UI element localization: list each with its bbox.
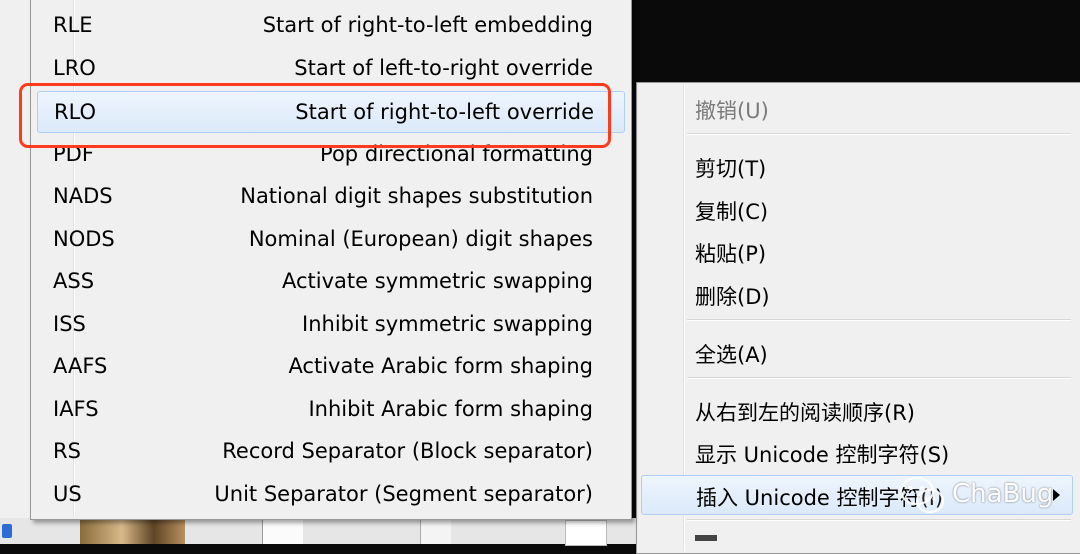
menu-item-description: Activate symmetric swapping bbox=[282, 269, 593, 293]
menu-item-description: Start of right-to-left embedding bbox=[262, 13, 593, 37]
menu-item-nads[interactable]: NADS National digit shapes substitution bbox=[37, 176, 623, 216]
menu-item-label: 全选(A) bbox=[695, 343, 768, 367]
menu-item-code: NODS bbox=[53, 227, 115, 251]
menu-item-show-unicode-control[interactable]: 显示 Unicode 控制字符(S) bbox=[641, 433, 1071, 471]
menu-item-code: ASS bbox=[53, 269, 95, 293]
menu-item-label: 显示 Unicode 控制字符(S) bbox=[695, 443, 950, 467]
menu-item-label: 删除(D) bbox=[695, 285, 770, 309]
menu-item-delete[interactable]: 删除(D) bbox=[641, 275, 1071, 313]
menu-item-iafs[interactable]: IAFS Inhibit Arabic form shaping bbox=[37, 389, 623, 429]
window-icon bbox=[2, 524, 12, 538]
menu-separator bbox=[687, 133, 1071, 135]
background-window bbox=[420, 520, 451, 544]
menu-item-label: 剪切(T) bbox=[695, 157, 767, 181]
submenu-arrow-icon bbox=[1053, 489, 1060, 501]
menu-item-description: Unit Separator (Segment separator) bbox=[214, 482, 593, 506]
menu-item-description: Start of left-to-right override bbox=[294, 56, 593, 80]
menu-item-partial bbox=[695, 535, 717, 541]
menu-separator bbox=[687, 319, 1071, 321]
menu-item-us[interactable]: US Unit Separator (Segment separator) bbox=[37, 474, 623, 514]
background-thumbnail bbox=[80, 518, 185, 544]
menu-item-label: 从右到左的阅读顺序(R) bbox=[695, 401, 915, 425]
menu-item-rtl-reading-order[interactable]: 从右到左的阅读顺序(R) bbox=[641, 391, 1071, 429]
menu-separator bbox=[687, 519, 1071, 521]
desktop-background bbox=[0, 0, 30, 544]
menu-item-description: Inhibit Arabic form shaping bbox=[308, 397, 593, 421]
background-window bbox=[262, 520, 303, 544]
menu-item-rs[interactable]: RS Record Separator (Block separator) bbox=[37, 431, 623, 471]
menu-item-copy[interactable]: 复制(C) bbox=[641, 190, 1071, 228]
unicode-control-submenu: RLE Start of right-to-left embedding LRO… bbox=[30, 0, 632, 520]
menu-item-code: AAFS bbox=[53, 354, 108, 378]
menu-item-code: RLE bbox=[53, 13, 93, 37]
menu-item-paste[interactable]: 粘贴(P) bbox=[641, 232, 1071, 270]
menu-item-code: US bbox=[53, 482, 82, 506]
menu-item-code: IAFS bbox=[53, 397, 99, 421]
menu-item-description: Nominal (European) digit shapes bbox=[248, 227, 593, 251]
menu-item-cut[interactable]: 剪切(T) bbox=[641, 147, 1071, 185]
menu-item-select-all[interactable]: 全选(A) bbox=[641, 333, 1071, 371]
menu-item-iss[interactable]: ISS Inhibit symmetric swapping bbox=[37, 304, 623, 344]
menu-item-code: ISS bbox=[53, 312, 86, 336]
highlight-callout-box bbox=[19, 83, 611, 148]
menu-item-label: 粘贴(P) bbox=[695, 242, 767, 266]
menu-item-code: RS bbox=[53, 439, 81, 463]
menu-item-undo[interactable]: 撤销(U) bbox=[641, 89, 1071, 127]
menu-item-aafs[interactable]: AAFS Activate Arabic form shaping bbox=[37, 346, 623, 386]
menu-item-nods[interactable]: NODS Nominal (European) digit shapes bbox=[37, 219, 623, 259]
menu-item-label: 撤销(U) bbox=[695, 99, 769, 123]
menu-separator bbox=[687, 377, 1071, 379]
menu-item-ass[interactable]: ASS Activate symmetric swapping bbox=[37, 261, 623, 301]
menu-item-lro[interactable]: LRO Start of left-to-right override bbox=[37, 48, 623, 88]
menu-item-description: Activate Arabic form shaping bbox=[288, 354, 593, 378]
menu-item-label: 复制(C) bbox=[695, 200, 769, 224]
menu-item-code: NADS bbox=[53, 184, 113, 208]
menu-item-code: LRO bbox=[53, 56, 96, 80]
menu-item-description: National digit shapes substitution bbox=[240, 184, 593, 208]
background-window bbox=[565, 520, 607, 546]
menu-item-rle[interactable]: RLE Start of right-to-left embedding bbox=[37, 5, 623, 45]
menu-item-description: Inhibit symmetric swapping bbox=[302, 312, 593, 336]
watermark-text: ChaBug bbox=[952, 479, 1054, 509]
wechat-icon bbox=[899, 476, 945, 514]
menu-item-description: Record Separator (Block separator) bbox=[222, 439, 593, 463]
